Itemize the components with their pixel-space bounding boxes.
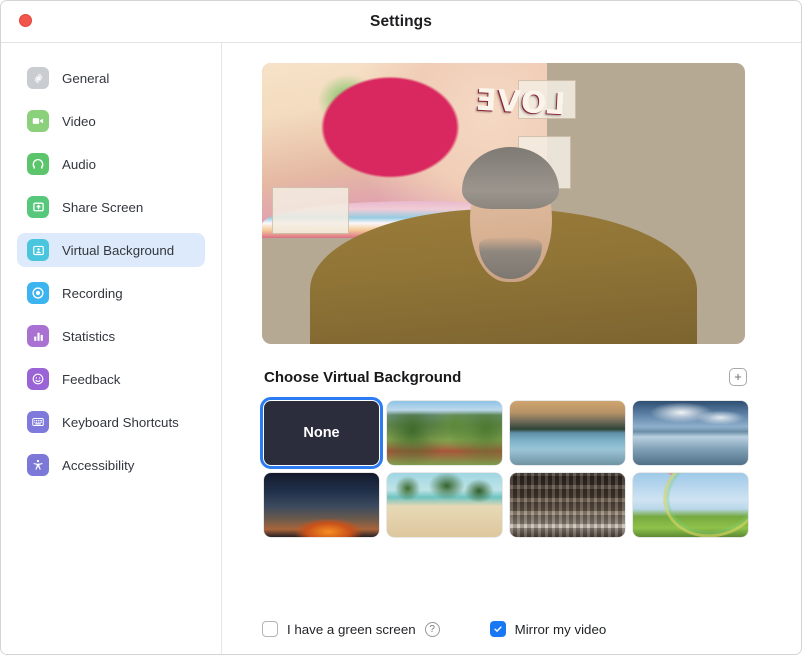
choose-background-header: Choose Virtual Background <box>264 368 747 386</box>
background-options: I have a green screen ? Mirror my video <box>262 621 606 637</box>
sidebar-item-share-screen[interactable]: Share Screen <box>17 190 205 224</box>
sidebar-item-label: Audio <box>62 157 96 172</box>
green-screen-checkbox[interactable] <box>262 621 278 637</box>
accessibility-icon <box>27 454 49 476</box>
sidebar-item-label: Keyboard Shortcuts <box>62 415 179 430</box>
green-screen-option[interactable]: I have a green screen ? <box>262 621 440 637</box>
virtual-background-pane: LOVE Choose Virtual Background None <box>222 43 801 655</box>
settings-sidebar: General Video Audio Share Screen <box>1 43 222 655</box>
help-icon[interactable]: ? <box>425 622 440 637</box>
keyboard-icon <box>27 411 49 433</box>
background-none-label: None <box>303 425 339 441</box>
background-lake[interactable] <box>510 401 625 465</box>
background-clouds[interactable] <box>633 401 748 465</box>
sidebar-item-label: Feedback <box>62 372 120 387</box>
add-background-button[interactable] <box>729 368 747 386</box>
sidebar-item-label: Share Screen <box>62 200 143 215</box>
share-screen-icon <box>27 196 49 218</box>
window-body: General Video Audio Share Screen <box>1 43 801 655</box>
background-thumbnail-grid: None <box>264 401 747 537</box>
background-park[interactable] <box>387 401 502 465</box>
sidebar-item-recording[interactable]: Recording <box>17 276 205 310</box>
title-bar: Settings <box>1 1 801 43</box>
green-screen-label: I have a green screen <box>287 622 416 637</box>
sidebar-item-label: Statistics <box>62 329 115 344</box>
close-button[interactable] <box>19 14 32 27</box>
sidebar-item-keyboard-shortcuts[interactable]: Keyboard Shortcuts <box>17 405 205 439</box>
preview-note-left <box>272 187 349 235</box>
sidebar-item-label: General <box>62 71 109 86</box>
sidebar-item-label: Video <box>62 114 96 129</box>
sidebar-item-statistics[interactable]: Statistics <box>17 319 205 353</box>
headphones-icon <box>27 153 49 175</box>
sidebar-item-accessibility[interactable]: Accessibility <box>17 448 205 482</box>
sidebar-item-audio[interactable]: Audio <box>17 147 205 181</box>
sidebar-item-feedback[interactable]: Feedback <box>17 362 205 396</box>
background-rainbow[interactable] <box>633 473 748 537</box>
feedback-smiley-icon <box>27 368 49 390</box>
record-icon <box>27 282 49 304</box>
video-preview[interactable]: LOVE <box>262 63 745 344</box>
window-title: Settings <box>1 13 801 31</box>
sidebar-item-virtual-background[interactable]: Virtual Background <box>17 233 205 267</box>
preview-love-text: LOVE <box>474 83 566 123</box>
sidebar-item-label: Virtual Background <box>62 243 174 258</box>
section-title: Choose Virtual Background <box>264 369 461 386</box>
mirror-video-label: Mirror my video <box>515 622 607 637</box>
sidebar-item-video[interactable]: Video <box>17 104 205 138</box>
background-none[interactable]: None <box>264 401 379 465</box>
background-sunset[interactable] <box>264 473 379 537</box>
virtual-background-icon <box>27 239 49 261</box>
sidebar-item-label: Recording <box>62 286 123 301</box>
sidebar-item-general[interactable]: General <box>17 61 205 95</box>
mirror-video-checkbox[interactable] <box>490 621 506 637</box>
gear-icon <box>27 67 49 89</box>
video-camera-icon <box>27 110 49 132</box>
background-beach[interactable] <box>387 473 502 537</box>
settings-window: Settings General Video Audio <box>0 0 802 655</box>
statistics-icon <box>27 325 49 347</box>
background-bar[interactable] <box>510 473 625 537</box>
sidebar-item-label: Accessibility <box>62 458 134 473</box>
mirror-video-option[interactable]: Mirror my video <box>490 621 607 637</box>
